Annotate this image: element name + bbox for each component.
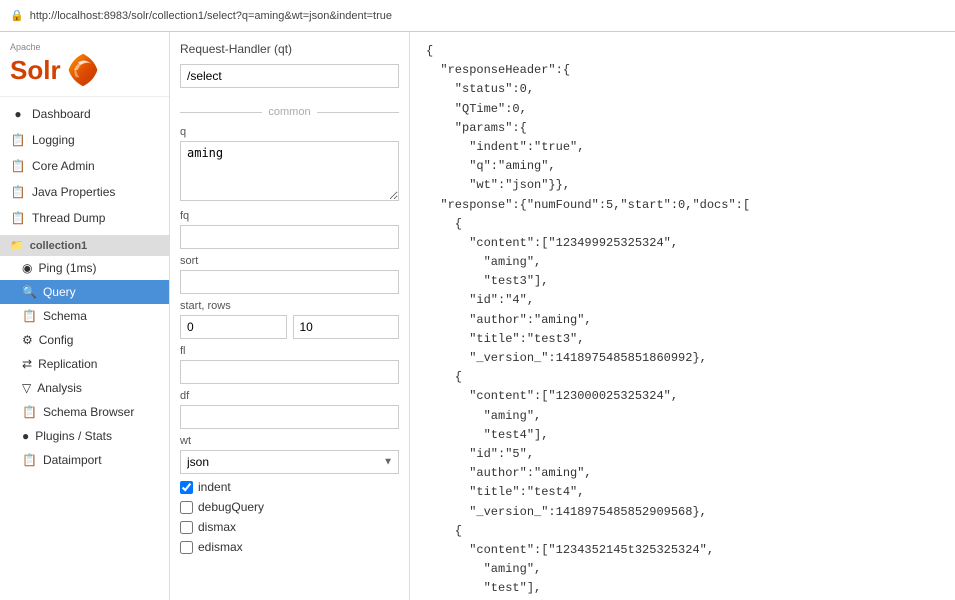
lock-icon: 🔒 — [10, 9, 24, 22]
sidebar-item-core-admin[interactable]: 📋 Core Admin — [0, 153, 169, 179]
sidebar-item-thread-dump[interactable]: 📋 Thread Dump — [0, 205, 169, 231]
common-label: common — [262, 106, 316, 118]
sidebar-item-label: Dashboard — [32, 107, 91, 121]
edismax-row[interactable]: edismax — [180, 540, 399, 554]
sidebar-sub-item-replication[interactable]: ⇄ Replication — [0, 352, 169, 376]
fq-label: fq — [180, 210, 399, 222]
sidebar-sub-item-schema[interactable]: 📋 Schema — [0, 304, 169, 328]
sidebar-item-logging[interactable]: 📋 Logging — [0, 127, 169, 153]
schema-icon: 📋 — [22, 309, 37, 323]
df-label: df — [180, 390, 399, 402]
sidebar-item-label: Logging — [32, 133, 75, 147]
q-label: q — [180, 126, 399, 138]
sub-item-label: Schema — [43, 309, 87, 323]
dataimport-icon: 📋 — [22, 453, 37, 467]
wt-select-wrapper: json xml python ruby php csv ▼ — [180, 450, 399, 474]
apache-label: Apache — [10, 42, 159, 52]
query-panel: Request-Handler (qt) common q fq sort st… — [170, 32, 410, 600]
dismax-checkbox[interactable] — [180, 521, 193, 534]
sidebar-item-label: Java Properties — [32, 185, 115, 199]
sidebar-nav: ● Dashboard 📋 Logging 📋 Core Admin 📋 Jav… — [0, 97, 169, 235]
schema-browser-icon: 📋 — [22, 405, 37, 419]
sub-item-label: Plugins / Stats — [35, 429, 112, 443]
fq-input[interactable] — [180, 225, 399, 249]
debug-query-checkbox[interactable] — [180, 501, 193, 514]
collection-header[interactable]: 📁 collection1 — [0, 235, 169, 256]
analysis-icon: ▽ — [22, 381, 31, 395]
panel-title: Request-Handler (qt) — [180, 42, 399, 56]
collection-icon: 📁 — [10, 239, 24, 252]
ping-icon: ◉ — [22, 261, 32, 275]
sidebar-sub-item-dataimport[interactable]: 📋 Dataimport — [0, 448, 169, 472]
sub-item-label: Replication — [38, 357, 97, 371]
dismax-row[interactable]: dismax — [180, 520, 399, 534]
sort-input[interactable] — [180, 270, 399, 294]
sub-item-label: Schema Browser — [43, 405, 134, 419]
json-output: { "responseHeader":{ "status":0, "QTime"… — [410, 32, 955, 600]
solr-label: Solr — [10, 57, 61, 83]
wt-label: wt — [180, 435, 399, 447]
query-icon: 🔍 — [22, 285, 37, 299]
fl-input[interactable] — [180, 360, 399, 384]
sidebar-item-label: Core Admin — [32, 159, 95, 173]
dismax-label: dismax — [198, 520, 236, 534]
sidebar-sub-item-schema-browser[interactable]: 📋 Schema Browser — [0, 400, 169, 424]
java-properties-icon: 📋 — [10, 185, 26, 199]
sidebar-logo: Apache Solr — [0, 32, 169, 97]
collection-name: collection1 — [30, 240, 87, 252]
handler-input[interactable] — [180, 64, 399, 88]
core-admin-icon: 📋 — [10, 159, 26, 173]
wt-select[interactable]: json xml python ruby php csv — [180, 450, 399, 474]
replication-icon: ⇄ — [22, 357, 32, 371]
rows-input[interactable] — [293, 315, 400, 339]
sub-item-label: Analysis — [37, 381, 82, 395]
json-panel: { "responseHeader":{ "status":0, "QTime"… — [410, 32, 955, 600]
url-text: http://localhost:8983/solr/collection1/s… — [30, 10, 392, 22]
sidebar-sub-item-query[interactable]: 🔍 Query — [0, 280, 169, 304]
indent-checkbox[interactable] — [180, 481, 193, 494]
sub-item-label: Query — [43, 285, 76, 299]
plugins-stats-icon: ● — [22, 429, 29, 443]
dashboard-icon: ● — [10, 107, 26, 121]
q-input[interactable] — [180, 141, 399, 201]
sidebar-item-java-properties[interactable]: 📋 Java Properties — [0, 179, 169, 205]
collection-sub-nav: ◉ Ping (1ms) 🔍 Query 📋 Schema ⚙ Config ⇄… — [0, 256, 169, 472]
url-bar: 🔒 http://localhost:8983/solr/collection1… — [0, 0, 955, 32]
common-divider: common — [180, 106, 399, 118]
sort-label: sort — [180, 255, 399, 267]
sub-item-label: Ping (1ms) — [38, 261, 96, 275]
config-icon: ⚙ — [22, 333, 33, 347]
start-rows-label: start, rows — [180, 300, 399, 312]
debug-query-row[interactable]: debugQuery — [180, 500, 399, 514]
debug-query-label: debugQuery — [198, 500, 264, 514]
fl-label: fl — [180, 345, 399, 357]
thread-dump-icon: 📋 — [10, 211, 26, 225]
sidebar-sub-item-config[interactable]: ⚙ Config — [0, 328, 169, 352]
sidebar-item-dashboard[interactable]: ● Dashboard — [0, 101, 169, 127]
sidebar-sub-item-analysis[interactable]: ▽ Analysis — [0, 376, 169, 400]
indent-row[interactable]: indent — [180, 480, 399, 494]
edismax-checkbox[interactable] — [180, 541, 193, 554]
solr-logo-icon — [65, 52, 101, 88]
sidebar-item-label: Thread Dump — [32, 211, 105, 225]
indent-label: indent — [198, 480, 231, 494]
sub-item-label: Config — [39, 333, 74, 347]
sidebar-sub-item-plugins-stats[interactable]: ● Plugins / Stats — [0, 424, 169, 448]
logging-icon: 📋 — [10, 133, 26, 147]
df-input[interactable] — [180, 405, 399, 429]
start-input[interactable] — [180, 315, 287, 339]
sidebar-sub-item-ping[interactable]: ◉ Ping (1ms) — [0, 256, 169, 280]
edismax-label: edismax — [198, 540, 243, 554]
sub-item-label: Dataimport — [43, 453, 102, 467]
sidebar: Apache Solr — [0, 32, 170, 600]
